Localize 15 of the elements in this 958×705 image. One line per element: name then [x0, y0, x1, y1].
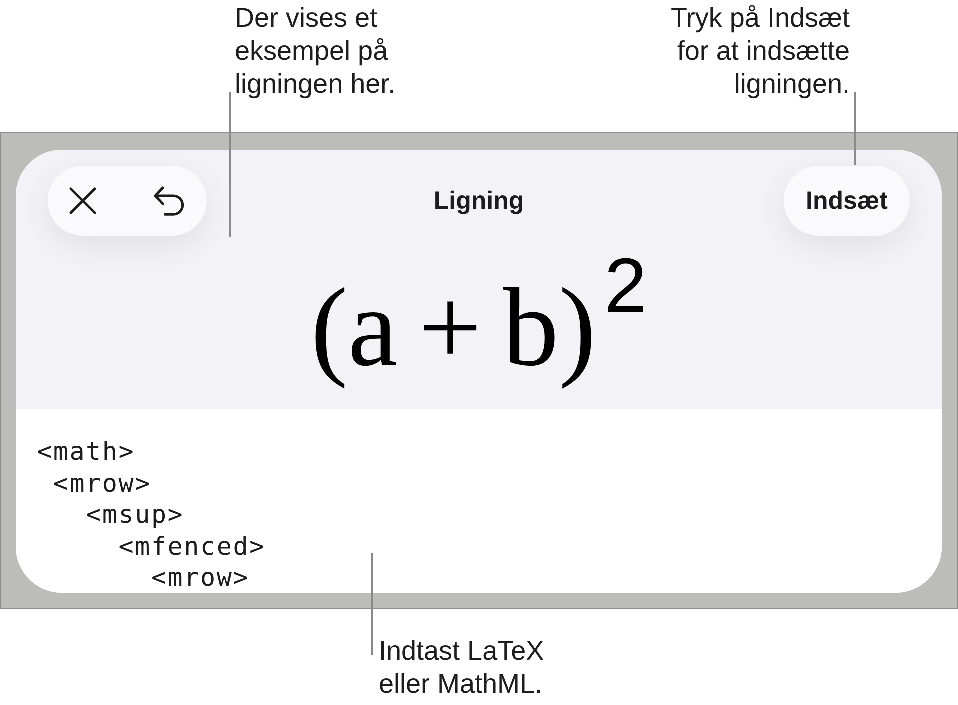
close-icon: [69, 187, 97, 215]
callout-text: Der vises et eksempel på ligningen her.: [235, 2, 397, 101]
code-line: <mfenced>: [118, 532, 266, 560]
code-line: <msup>: [86, 500, 184, 529]
code-line: <mrow>: [151, 563, 250, 592]
sheet-title: Ligning: [434, 186, 524, 216]
callout-text: Tryk på Indsæt for at indsætte ligningen.: [670, 2, 850, 101]
callout-text: Indtast LaTeX eller MathML.: [379, 635, 546, 701]
equation-preview: (a + b)$^{2}$: [310, 254, 648, 392]
code-line: <math>: [37, 437, 136, 466]
undo-icon: [153, 186, 185, 216]
close-button[interactable]: [69, 187, 97, 215]
undo-button[interactable]: [153, 186, 185, 216]
code-line: <mrow>: [53, 468, 152, 498]
insert-button[interactable]: Indsæt: [784, 166, 910, 236]
